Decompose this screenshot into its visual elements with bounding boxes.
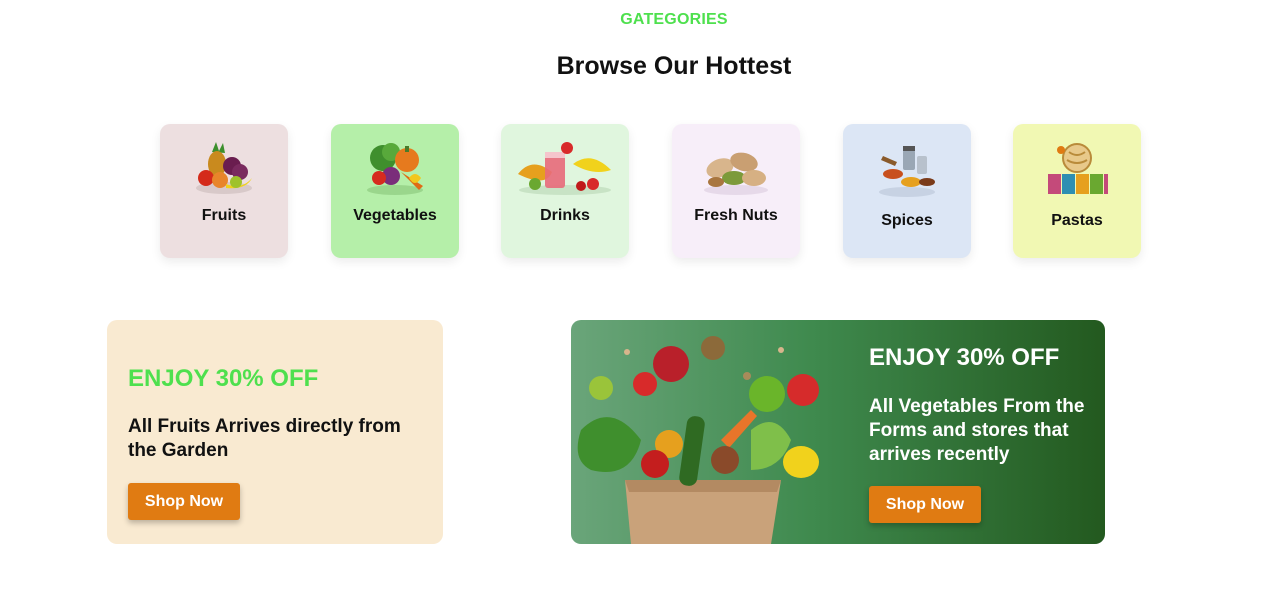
category-card-drinks[interactable]: Drinks (501, 124, 629, 258)
section-title: Browse Our Hottest (556, 52, 792, 80)
category-label: Drinks (540, 207, 590, 224)
drinks-icon (518, 142, 611, 195)
promo-title: ENJOY 30% OFF (128, 365, 319, 392)
category-label: Pastas (1051, 212, 1103, 229)
shop-now-button[interactable]: Shop Now (869, 486, 981, 523)
category-card-fresh-nuts[interactable]: Fresh Nuts (672, 124, 800, 258)
nuts-icon (704, 152, 768, 195)
pastas-icon (1048, 143, 1108, 194)
shop-now-button[interactable]: Shop Now (128, 483, 240, 520)
promo-banner-vegetables: ENJOY 30% OFF All Vegetables From the Fo… (571, 320, 1105, 544)
grocery-bag-illustration (577, 336, 819, 544)
category-label: Spices (881, 212, 933, 229)
category-card-spices[interactable]: Spices (843, 124, 971, 258)
category-card-vegetables[interactable]: Vegetables (331, 124, 459, 258)
category-card-fruits[interactable]: Fruits (160, 124, 288, 258)
fruits-icon (196, 142, 252, 194)
category-card-pastas[interactable]: Pastas (1013, 124, 1141, 258)
category-label: Vegetables (353, 207, 437, 224)
promo-title: ENJOY 30% OFF (869, 344, 1060, 371)
vegetables-icon (367, 143, 423, 195)
category-label: Fresh Nuts (694, 207, 778, 224)
promo-text: All Fruits Arrives directly from the Gar… (128, 416, 401, 461)
category-label: Fruits (201, 207, 247, 224)
categories-eyebrow: GATEGORIES (620, 11, 728, 28)
promo-text: All Vegetables From the Forms and stores… (869, 396, 1085, 465)
promo-banner-fruits: ENJOY 30% OFF All Fruits Arrives directl… (107, 320, 443, 544)
spices-icon (879, 146, 935, 197)
